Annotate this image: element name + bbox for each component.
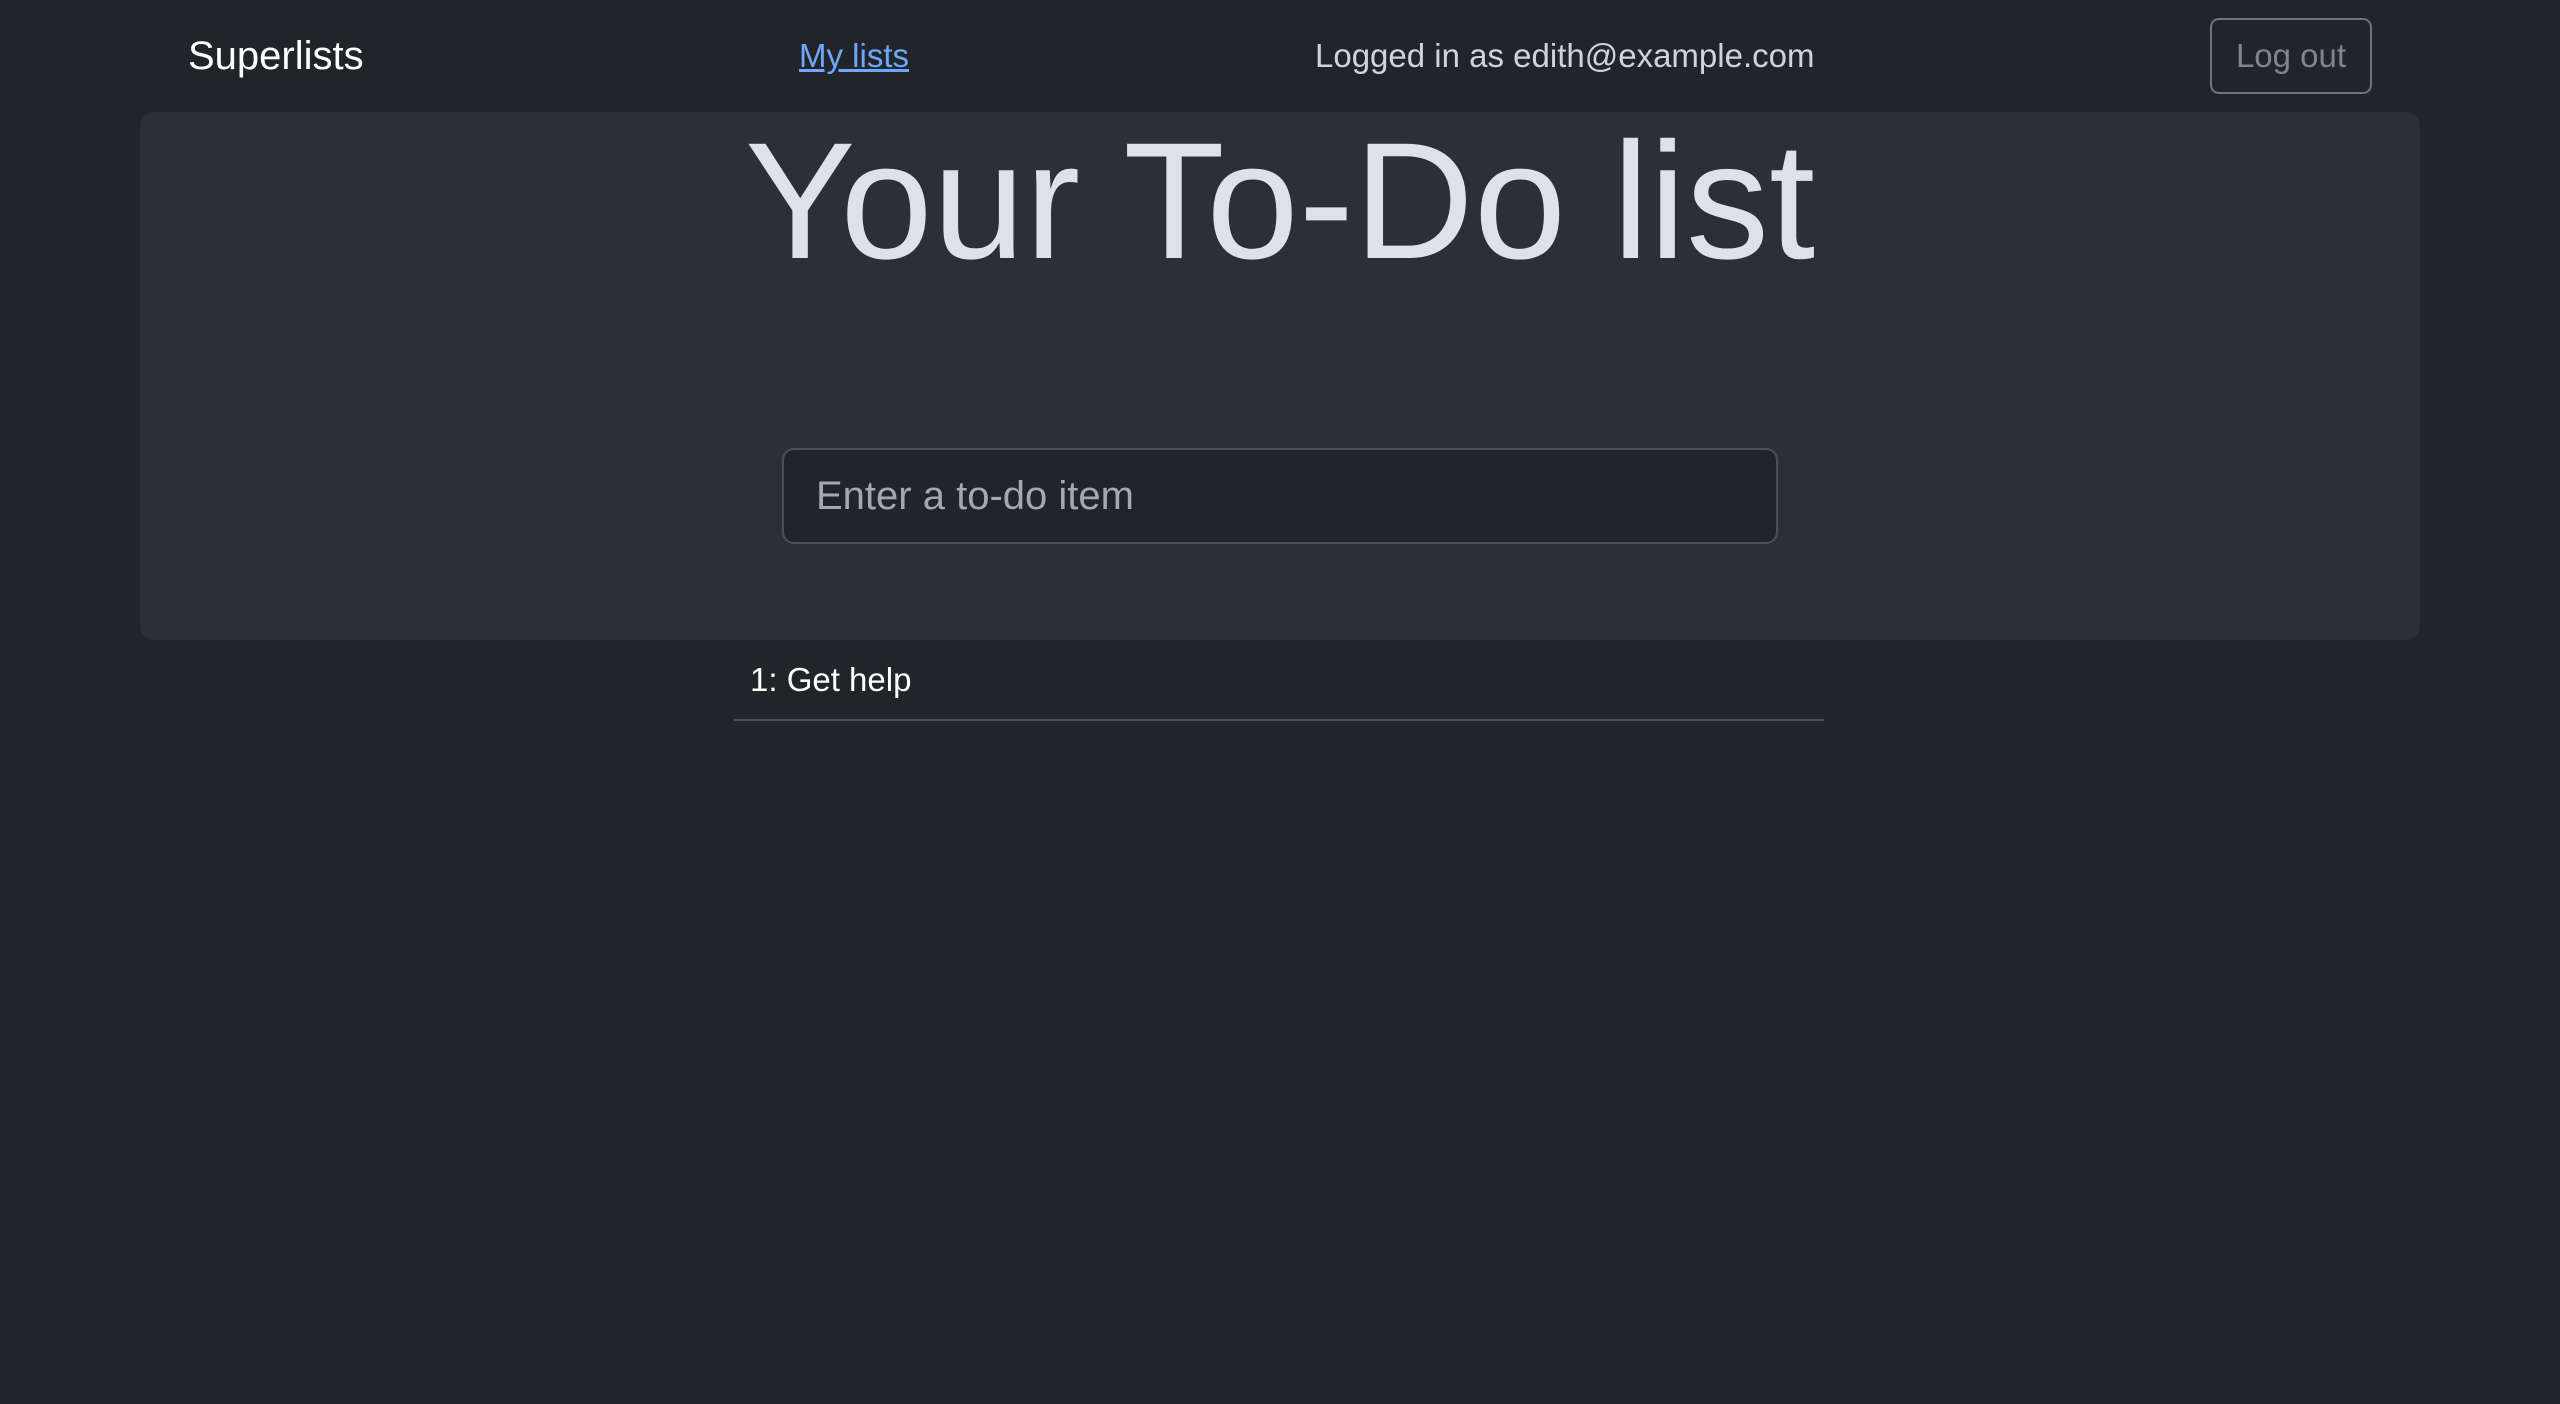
brand-link[interactable]: Superlists: [188, 30, 364, 82]
logout-button[interactable]: Log out: [2210, 18, 2372, 94]
table-row: 1: Get help: [734, 642, 1824, 721]
navbar: Superlists My lists Logged in as edith@e…: [0, 0, 2560, 112]
page-title-text: Your To-Do list: [744, 109, 1816, 294]
new-item-input[interactable]: [782, 448, 1778, 544]
my-lists-link[interactable]: My lists: [799, 34, 909, 78]
list-table: 1: Get help: [734, 642, 1824, 721]
page-title: Your To-Do list: [0, 112, 2560, 292]
list-item: 1: Get help: [750, 661, 912, 698]
logged-in-text: Logged in as edith@example.com: [1315, 37, 1815, 74]
